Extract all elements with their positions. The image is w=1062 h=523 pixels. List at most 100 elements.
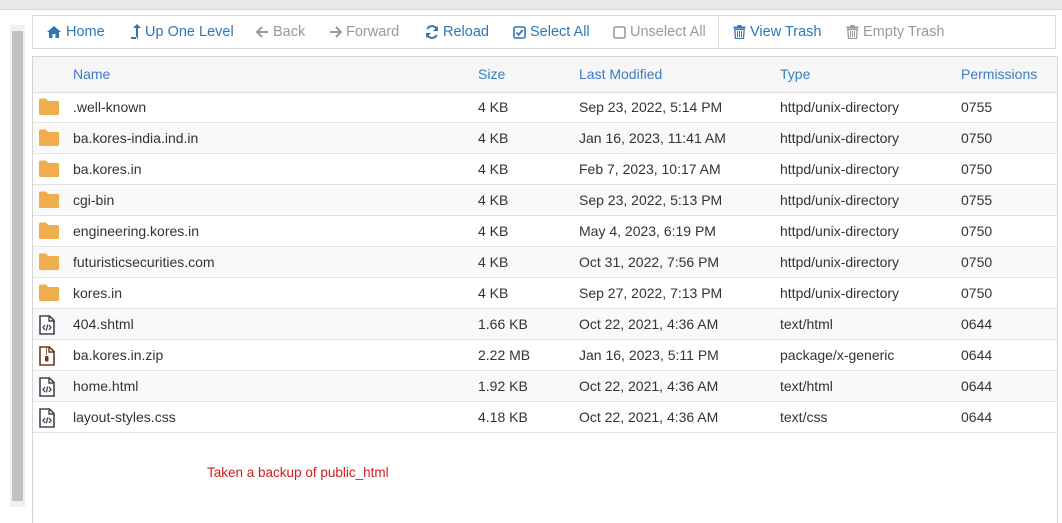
level-up-icon xyxy=(131,24,141,39)
table-row[interactable]: engineering.kores.in 4 KB May 4, 2023, 6:1… xyxy=(33,216,1057,247)
file-type: httpd/unix-directory xyxy=(780,130,900,146)
file-last-modified: Sep 23, 2022, 5:13 PM xyxy=(579,192,723,208)
file-last-modified: Oct 22, 2021, 4:36 AM xyxy=(579,378,719,394)
file-type: httpd/unix-directory xyxy=(780,99,900,115)
folder-icon xyxy=(39,129,59,149)
file-size: 4 KB xyxy=(478,254,509,270)
home-icon xyxy=(47,26,61,38)
file-type: text/html xyxy=(780,378,833,394)
trash-icon xyxy=(846,25,859,39)
folder-icon xyxy=(39,284,59,304)
table-row[interactable]: home.html 1.92 KB Oct 22, 2021, 4:36 AM tex… xyxy=(33,371,1057,402)
forward-label: Forward xyxy=(346,24,400,40)
forward-button[interactable]: Forward xyxy=(329,16,399,48)
file-permissions: 0750 xyxy=(961,130,993,146)
file-size: 4 KB xyxy=(478,99,509,115)
empty-trash-button[interactable]: Empty Trash xyxy=(846,16,944,48)
column-header-name[interactable]: Name xyxy=(73,57,110,92)
file-size: 1.92 KB xyxy=(478,378,528,394)
file-type: httpd/unix-directory xyxy=(780,285,900,301)
file-last-modified: Jan 16, 2023, 5:11 PM xyxy=(579,347,719,363)
reload-label: Reload xyxy=(443,24,489,40)
code-file-icon xyxy=(39,377,59,397)
table-row[interactable]: kores.in 4 KB Sep 27, 2022, 7:13 PM httpd/u… xyxy=(33,278,1057,309)
table-row[interactable]: layout-styles.css 4.18 KB Oct 22, 2021, 4:… xyxy=(33,402,1057,433)
reload-button[interactable]: Reload xyxy=(425,16,489,48)
file-type: package/x-generic xyxy=(780,347,895,363)
back-button[interactable]: Back xyxy=(256,16,305,48)
up-one-level-button[interactable]: Up One Level xyxy=(130,16,234,48)
table-row[interactable]: 404.shtml 1.66 KB Oct 22, 2021, 4:36 AM tex… xyxy=(33,309,1057,340)
view-trash-label: View Trash xyxy=(750,24,822,40)
up-one-level-label: Up One Level xyxy=(145,24,234,40)
toolbar-divider xyxy=(718,16,719,48)
file-permissions: 0750 xyxy=(961,254,993,270)
file-type: text/css xyxy=(780,409,828,425)
table-row[interactable]: cgi-bin 4 KB Sep 23, 2022, 5:13 PM httpd/un… xyxy=(33,185,1057,216)
file-permissions: 0644 xyxy=(961,347,993,363)
file-last-modified: Oct 22, 2021, 4:36 AM xyxy=(579,316,719,332)
table-row[interactable]: ba.kores.in.zip 2.22 MB Jan 16, 2023, 5:11… xyxy=(33,340,1057,371)
file-last-modified: Sep 27, 2022, 7:13 PM xyxy=(579,285,723,301)
refresh-icon xyxy=(426,25,438,39)
back-label: Back xyxy=(273,24,306,40)
file-permissions: 0755 xyxy=(961,192,993,208)
trash-icon xyxy=(733,25,746,39)
view-trash-button[interactable]: View Trash xyxy=(733,16,821,48)
file-last-modified: Jan 16, 2023, 11:41 AM xyxy=(579,130,726,146)
file-last-modified: Oct 31, 2022, 7:56 PM xyxy=(579,254,720,270)
empty-trash-label: Empty Trash xyxy=(863,24,945,40)
file-name: futuristicsecurities.com xyxy=(73,254,215,270)
code-file-icon xyxy=(39,315,59,335)
folder-icon xyxy=(39,160,59,180)
top-strip xyxy=(0,0,1062,10)
file-size: 4 KB xyxy=(478,161,509,177)
file-name: ba.kores-india.ind.in xyxy=(73,130,199,146)
file-name: ba.kores.in xyxy=(73,161,142,177)
column-header-type[interactable]: Type xyxy=(780,57,810,92)
arrow-right-icon xyxy=(330,26,342,38)
file-last-modified: Feb 7, 2023, 10:17 AM xyxy=(579,161,721,177)
code-file-icon xyxy=(39,408,59,428)
file-last-modified: May 4, 2023, 6:19 PM xyxy=(579,223,716,239)
file-name: ba.kores.in.zip xyxy=(73,347,164,363)
table-row[interactable]: futuristicsecurities.com 4 KB Oct 31, 2022… xyxy=(33,247,1057,278)
table-header: Name Size Last Modified Type Permissions xyxy=(33,57,1057,93)
file-size: 2.22 MB xyxy=(478,347,531,363)
file-last-modified: Oct 22, 2021, 4:36 AM xyxy=(579,409,719,425)
file-permissions: 0644 xyxy=(961,409,993,425)
table-row[interactable]: ba.kores.in 4 KB Feb 7, 2023, 10:17 AM http… xyxy=(33,154,1057,185)
file-permissions: 0755 xyxy=(961,99,993,115)
file-size: 4.18 KB xyxy=(478,409,528,425)
table-row[interactable]: ba.kores-india.ind.in 4 KB Jan 16, 2023, 1… xyxy=(33,123,1057,154)
file-permissions: 0750 xyxy=(961,223,993,239)
home-label: Home xyxy=(66,24,105,40)
file-type: httpd/unix-directory xyxy=(780,254,900,270)
toolbar: Home Up One Level Back Forward Reload Se… xyxy=(32,15,1056,49)
file-permissions: 0644 xyxy=(961,378,993,394)
home-button[interactable]: Home xyxy=(46,16,105,48)
scrollbar-thumb[interactable] xyxy=(12,31,23,501)
select-all-label: Select All xyxy=(530,24,590,40)
column-header-size[interactable]: Size xyxy=(478,57,505,92)
file-permissions: 0750 xyxy=(961,285,993,301)
file-size: 4 KB xyxy=(478,285,509,301)
annotation-note: Taken a backup of public_html xyxy=(207,465,389,480)
file-type: httpd/unix-directory xyxy=(780,223,900,239)
file-list-panel: Name Size Last Modified Type Permissions… xyxy=(32,56,1058,523)
unselect-all-button[interactable]: Unselect All xyxy=(613,16,706,48)
file-permissions: 0750 xyxy=(961,161,993,177)
file-size: 1.66 KB xyxy=(478,316,528,332)
select-all-button[interactable]: Select All xyxy=(513,16,590,48)
file-permissions: 0644 xyxy=(961,316,993,332)
file-name: layout-styles.css xyxy=(73,409,176,425)
file-size: 4 KB xyxy=(478,192,509,208)
file-name: .well-known xyxy=(73,99,147,115)
column-header-last-modified[interactable]: Last Modified xyxy=(579,57,662,92)
file-size: 4 KB xyxy=(478,223,509,239)
file-last-modified: Sep 23, 2022, 5:14 PM xyxy=(579,99,723,115)
file-type: httpd/unix-directory xyxy=(780,161,900,177)
arrow-left-icon xyxy=(256,26,268,38)
table-row[interactable]: .well-known 4 KB Sep 23, 2022, 5:14 PM http… xyxy=(33,92,1057,123)
column-header-permissions[interactable]: Permissions xyxy=(961,57,1037,92)
